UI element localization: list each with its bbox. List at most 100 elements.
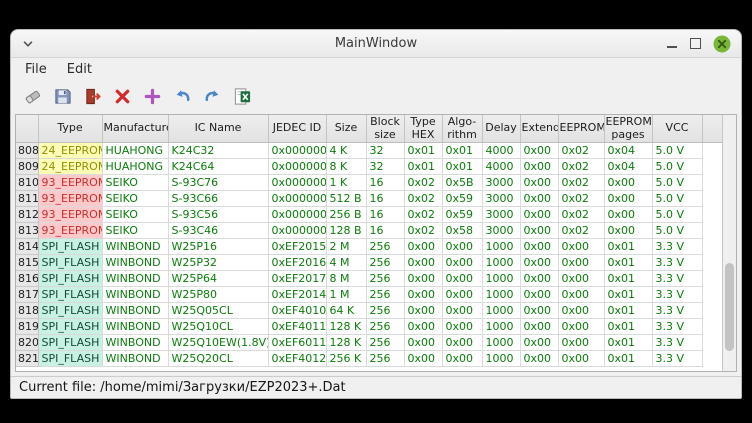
cell-extend[interactable]: 0x00 bbox=[520, 223, 558, 239]
cell-type[interactable]: SPI_FLASH bbox=[38, 335, 102, 351]
cell-algorithm[interactable]: 0x00 bbox=[442, 255, 482, 271]
cell-ic-name[interactable]: W25P64 bbox=[168, 271, 268, 287]
column-header-jedec-id[interactable]: JEDEC ID bbox=[268, 115, 326, 143]
column-header-size[interactable]: Size bbox=[326, 115, 366, 143]
cell-size[interactable]: 8 M bbox=[326, 271, 366, 287]
cell-size[interactable]: 256 K bbox=[326, 351, 366, 367]
table-row[interactable]: 816SPI_FLASHWINBONDW25P640xEF20178 M2560… bbox=[16, 271, 722, 287]
cell-size[interactable]: 128 K bbox=[326, 319, 366, 335]
cell-eeprom-pages[interactable]: 0x01 bbox=[604, 319, 652, 335]
cell-vcc[interactable]: 3.3 V bbox=[652, 239, 702, 255]
cell-manufacture[interactable]: SEIKO bbox=[102, 191, 168, 207]
cell-eeprom[interactable]: 0x00 bbox=[558, 335, 604, 351]
cell-ic-name[interactable]: K24C64 bbox=[168, 159, 268, 175]
column-header-extend[interactable]: Extend bbox=[520, 115, 558, 143]
cell-eeprom-pages[interactable]: 0x01 bbox=[604, 287, 652, 303]
cell-type-hex[interactable]: 0x00 bbox=[404, 239, 442, 255]
cell-delay[interactable]: 3000 bbox=[482, 191, 520, 207]
cell-ic-name[interactable]: S-93C56 bbox=[168, 207, 268, 223]
table-row[interactable]: 817SPI_FLASHWINBONDW25P800xEF20141 M2560… bbox=[16, 287, 722, 303]
cell-size[interactable]: 8 K bbox=[326, 159, 366, 175]
table-row[interactable]: 80924_EEPROMHUAHONGK24C640x0000008 K320x… bbox=[16, 159, 722, 175]
cell-type[interactable]: 93_EEPROM bbox=[38, 191, 102, 207]
cell-extend[interactable]: 0x00 bbox=[520, 143, 558, 159]
cell-type-hex[interactable]: 0x01 bbox=[404, 143, 442, 159]
cell-manufacture[interactable]: SEIKO bbox=[102, 207, 168, 223]
cell-type-hex[interactable]: 0x00 bbox=[404, 319, 442, 335]
cell-ic-name[interactable]: W25P32 bbox=[168, 255, 268, 271]
exit-button[interactable] bbox=[79, 83, 105, 109]
cell-type[interactable]: SPI_FLASH bbox=[38, 271, 102, 287]
cell-eeprom[interactable]: 0x02 bbox=[558, 207, 604, 223]
cell-delay[interactable]: 3000 bbox=[482, 207, 520, 223]
cell-ic-name[interactable]: W25Q10CL bbox=[168, 319, 268, 335]
cell-type[interactable]: SPI_FLASH bbox=[38, 351, 102, 367]
cell-delay[interactable]: 4000 bbox=[482, 143, 520, 159]
cell-manufacture[interactable]: SEIKO bbox=[102, 175, 168, 191]
cell-vcc[interactable]: 5.0 V bbox=[652, 223, 702, 239]
cell-ic-name[interactable]: W25Q20CL bbox=[168, 351, 268, 367]
cell-ic-name[interactable]: W25Q05CL bbox=[168, 303, 268, 319]
cell-eeprom[interactable]: 0x00 bbox=[558, 351, 604, 367]
cell-algorithm[interactable]: 0x01 bbox=[442, 159, 482, 175]
cell-eeprom-pages[interactable]: 0x01 bbox=[604, 239, 652, 255]
cell-vcc[interactable]: 5.0 V bbox=[652, 159, 702, 175]
scrollbar-thumb[interactable] bbox=[725, 263, 734, 350]
table-row[interactable]: 814SPI_FLASHWINBONDW25P160xEF20152 M2560… bbox=[16, 239, 722, 255]
window-menu-button[interactable] bbox=[21, 37, 35, 51]
menu-file[interactable]: File bbox=[17, 60, 55, 79]
cell-delay[interactable]: 3000 bbox=[482, 175, 520, 191]
table-row[interactable]: 81093_EEPROMSEIKOS-93C760x0000001 K160x0… bbox=[16, 175, 722, 191]
cell-ic-name[interactable]: K24C32 bbox=[168, 143, 268, 159]
cell-eeprom-pages[interactable]: 0x00 bbox=[604, 175, 652, 191]
undo-button[interactable] bbox=[169, 83, 195, 109]
cell-type-hex[interactable]: 0x01 bbox=[404, 159, 442, 175]
cell-manufacture[interactable]: HUAHONG bbox=[102, 143, 168, 159]
open-button[interactable] bbox=[19, 83, 45, 109]
cell-type-hex[interactable]: 0x02 bbox=[404, 191, 442, 207]
cell-type-hex[interactable]: 0x02 bbox=[404, 175, 442, 191]
add-button[interactable] bbox=[139, 83, 165, 109]
cell-extend[interactable]: 0x00 bbox=[520, 191, 558, 207]
cell-extend[interactable]: 0x00 bbox=[520, 271, 558, 287]
cell-jedec-id[interactable]: 0xEF2015 bbox=[268, 239, 326, 255]
cell-size[interactable]: 1 K bbox=[326, 175, 366, 191]
cell-block-size[interactable]: 256 bbox=[366, 319, 404, 335]
cell-algorithm[interactable]: 0x00 bbox=[442, 351, 482, 367]
cell-manufacture[interactable]: WINBOND bbox=[102, 319, 168, 335]
cell-block-size[interactable]: 32 bbox=[366, 143, 404, 159]
cell-jedec-id[interactable]: 0xEF4011 bbox=[268, 319, 326, 335]
cell-delay[interactable]: 4000 bbox=[482, 159, 520, 175]
cell-type-hex[interactable]: 0x00 bbox=[404, 335, 442, 351]
cell-extend[interactable]: 0x00 bbox=[520, 255, 558, 271]
cell-jedec-id[interactable]: 0x000000 bbox=[268, 159, 326, 175]
cell-vcc[interactable]: 3.3 V bbox=[652, 351, 702, 367]
column-header-delay[interactable]: Delay bbox=[482, 115, 520, 143]
table-row[interactable]: 81393_EEPROMSEIKOS-93C460x000000128 B160… bbox=[16, 223, 722, 239]
cell-vcc[interactable]: 3.3 V bbox=[652, 255, 702, 271]
cell-extend[interactable]: 0x00 bbox=[520, 207, 558, 223]
cell-eeprom[interactable]: 0x02 bbox=[558, 223, 604, 239]
cell-block-size[interactable]: 256 bbox=[366, 335, 404, 351]
cell-type[interactable]: 24_EEPROM bbox=[38, 159, 102, 175]
cell-jedec-id[interactable]: 0x000000 bbox=[268, 223, 326, 239]
cell-ic-name[interactable]: S-93C76 bbox=[168, 175, 268, 191]
save-button[interactable] bbox=[49, 83, 75, 109]
delete-button[interactable] bbox=[109, 83, 135, 109]
cell-algorithm[interactable]: 0x00 bbox=[442, 271, 482, 287]
cell-jedec-id[interactable]: 0xEF4012 bbox=[268, 351, 326, 367]
cell-delay[interactable]: 1000 bbox=[482, 287, 520, 303]
cell-size[interactable]: 64 K bbox=[326, 303, 366, 319]
cell-eeprom[interactable]: 0x02 bbox=[558, 143, 604, 159]
cell-type[interactable]: 93_EEPROM bbox=[38, 223, 102, 239]
cell-eeprom-pages[interactable]: 0x04 bbox=[604, 159, 652, 175]
cell-jedec-id[interactable]: 0x000000 bbox=[268, 143, 326, 159]
cell-vcc[interactable]: 5.0 V bbox=[652, 191, 702, 207]
cell-type[interactable]: SPI_FLASH bbox=[38, 319, 102, 335]
cell-block-size[interactable]: 16 bbox=[366, 175, 404, 191]
cell-extend[interactable]: 0x00 bbox=[520, 175, 558, 191]
cell-algorithm[interactable]: 0x00 bbox=[442, 287, 482, 303]
cell-vcc[interactable]: 5.0 V bbox=[652, 175, 702, 191]
cell-algorithm[interactable]: 0x5B bbox=[442, 175, 482, 191]
table-row[interactable]: 819SPI_FLASHWINBONDW25Q10CL0xEF4011128 K… bbox=[16, 319, 722, 335]
